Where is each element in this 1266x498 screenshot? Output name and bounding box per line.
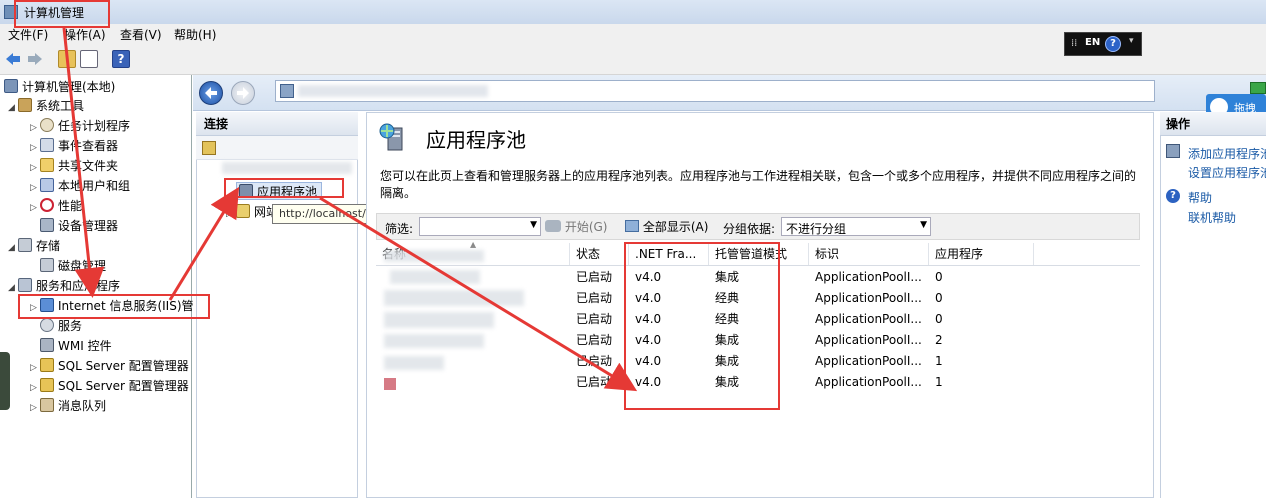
arrow-app-pools-to-columns bbox=[319, 196, 638, 392]
annotation-arrows bbox=[62, 27, 638, 392]
arrow-title-to-iis bbox=[62, 27, 105, 298]
arrow-iis-to-app-pools bbox=[168, 186, 240, 301]
